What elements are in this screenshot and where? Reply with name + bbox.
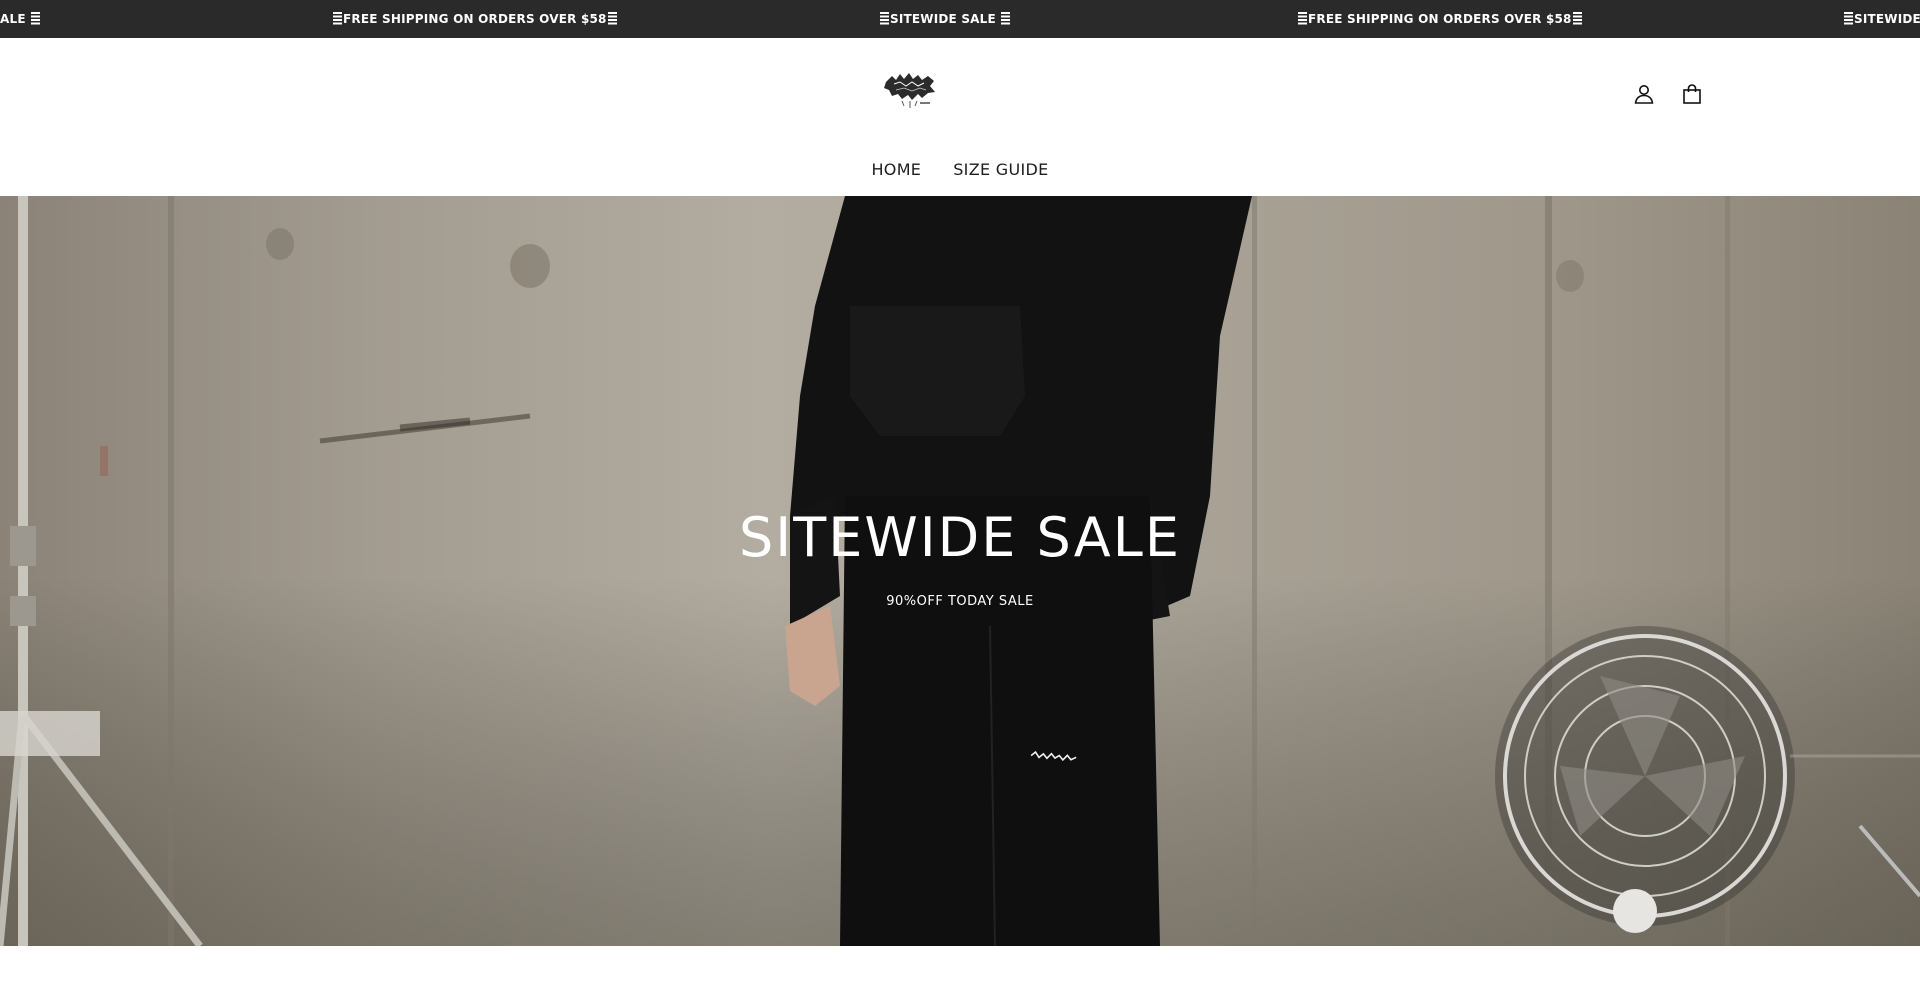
- hero-image: [0, 196, 1920, 946]
- announcement-text: FREE SHIPPING ON ORDERS OVER $58: [1308, 12, 1572, 26]
- announcement-item: SITEWIDE SALE: [879, 0, 1011, 38]
- bars-icon: [880, 12, 889, 25]
- hero-title: SITEWIDE SALE: [739, 506, 1181, 569]
- announcement-text: ALE: [0, 12, 26, 26]
- bars-icon: [1844, 12, 1853, 25]
- brand-logo-icon: [884, 73, 935, 108]
- bars-icon: [607, 12, 617, 25]
- announcement-bar: ALE FREE SHIPPING ON ORDERS OVER $58 SIT…: [0, 0, 1920, 38]
- main-nav: HOME SIZE GUIDE: [0, 160, 1920, 179]
- bars-icon: [1572, 12, 1582, 25]
- nav-item-home[interactable]: HOME: [871, 160, 921, 179]
- cart-icon[interactable]: [1678, 80, 1706, 108]
- announcement-text: SITEWIDE SALE: [890, 12, 996, 26]
- announcement-text: FREE SHIPPING ON ORDERS OVER $58: [343, 12, 607, 26]
- bars-icon: [31, 12, 41, 25]
- announcement-item: FREE SHIPPING ON ORDERS OVER $58: [1297, 0, 1583, 38]
- nav-item-size-guide[interactable]: SIZE GUIDE: [953, 160, 1048, 179]
- announcement-item: ALE: [0, 0, 41, 38]
- announcement-item: SITEWIDE S: [1843, 0, 1920, 38]
- announcement-text: SITEWIDE S: [1854, 12, 1920, 26]
- account-icon[interactable]: [1630, 80, 1658, 108]
- hero-banner[interactable]: SITEWIDE SALE 90%OFF TODAY SALE: [0, 196, 1920, 946]
- site-header: HOME SIZE GUIDE: [0, 38, 1920, 196]
- account-icon-svg: [1634, 85, 1654, 104]
- announcement-item: FREE SHIPPING ON ORDERS OVER $58: [332, 0, 618, 38]
- bars-icon: [1001, 12, 1011, 25]
- bars-icon: [333, 12, 342, 25]
- bars-icon: [1298, 12, 1307, 25]
- header-icons: [1630, 80, 1706, 108]
- cart-icon-svg: [1683, 84, 1701, 104]
- hero-subtitle: 90%OFF TODAY SALE: [886, 594, 1034, 609]
- brand-logo[interactable]: [882, 68, 938, 112]
